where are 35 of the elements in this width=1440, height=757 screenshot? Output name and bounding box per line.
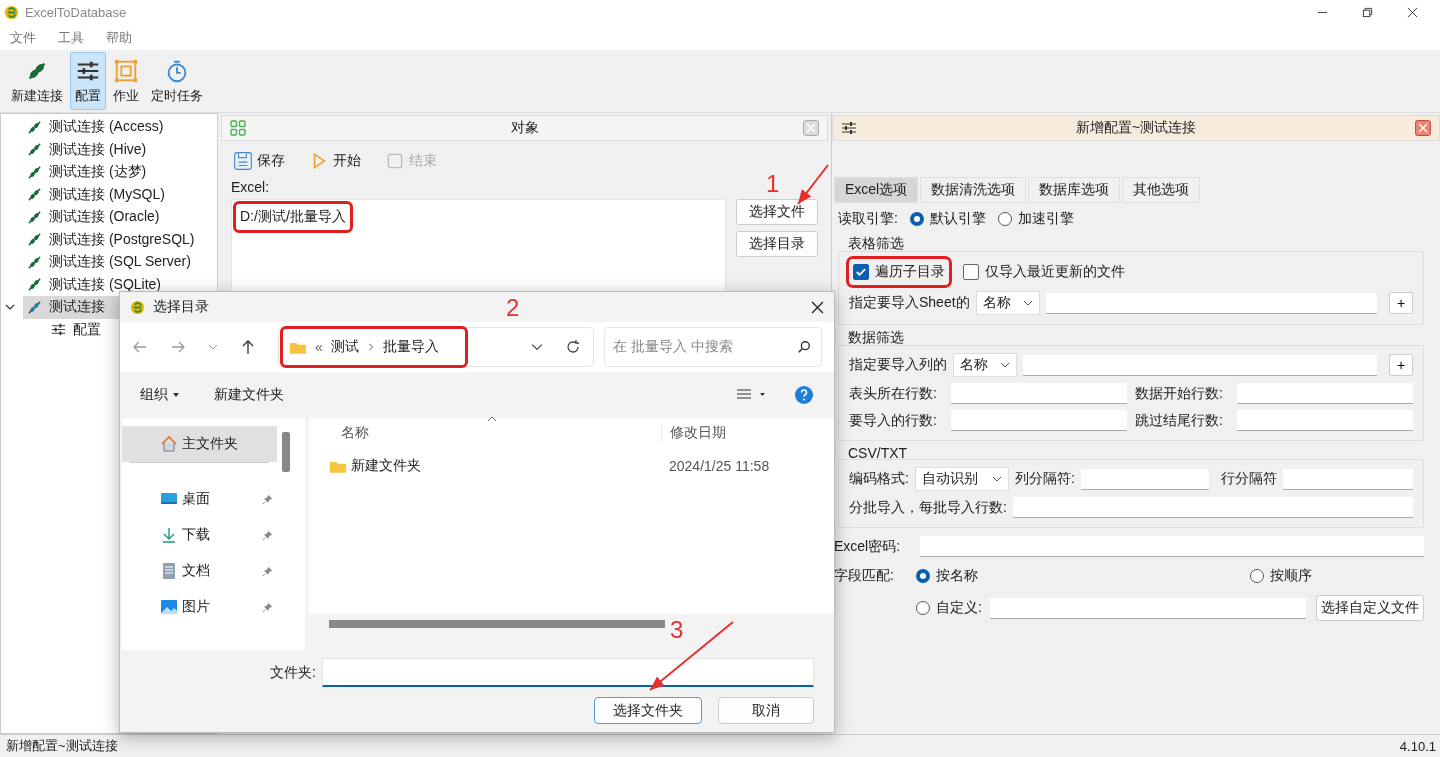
radio-label: 自定义: — [936, 599, 982, 617]
radio-label: 默认引擎 — [929, 210, 986, 228]
panel-title: 对象 — [509, 119, 540, 137]
group-title: 表格筛选 — [847, 235, 905, 253]
dialog-title: 选择目录 — [153, 298, 209, 316]
field-label: 列分隔符: — [1014, 470, 1075, 488]
file-date: 2024/1/25 11:58 — [668, 458, 770, 474]
field-label: 编码格式: — [849, 470, 909, 488]
group-title: CSV/TXT — [847, 445, 909, 461]
step-number: 3 — [670, 618, 684, 642]
field-label: 读取引擎: — [838, 210, 898, 228]
field-label: 分批导入，每批导入行数: — [849, 498, 1007, 517]
radio-label: 加速引擎 — [1017, 210, 1074, 228]
field-label: Excel: — [231, 179, 271, 195]
window-title: ExcelToDatabase — [25, 5, 127, 20]
field-label: 数据开始行数: — [1135, 384, 1224, 403]
group-title: 数据筛选 — [847, 329, 905, 347]
step-number: 1 — [766, 172, 780, 196]
status-text: 新增配置~测试连接 — [6, 737, 118, 755]
field-label: 字段匹配: — [834, 567, 895, 585]
version-text: 4.10.1 — [1399, 738, 1436, 754]
field-label: 指定要导入Sheet的 — [849, 294, 970, 312]
breadcrumb-separator: « — [315, 339, 323, 355]
field-label: 表头所在行数: — [849, 384, 938, 403]
field-label: 文件夹: — [270, 663, 316, 682]
radio-label: 按名称 — [936, 567, 978, 585]
radio-label: 按顺序 — [1270, 567, 1312, 585]
field-label: 指定要导入列的 — [849, 356, 947, 374]
panel-title: 新增配置~测试连接 — [1074, 119, 1198, 137]
step-number: 2 — [506, 296, 520, 320]
path-value: D:/测试/批量导入 — [236, 204, 350, 230]
field-label: Excel密码: — [834, 537, 902, 556]
field-label: 跳过结尾行数: — [1135, 411, 1224, 430]
field-label: 行分隔符 — [1220, 470, 1277, 488]
field-label: 要导入的行数: — [849, 411, 938, 430]
